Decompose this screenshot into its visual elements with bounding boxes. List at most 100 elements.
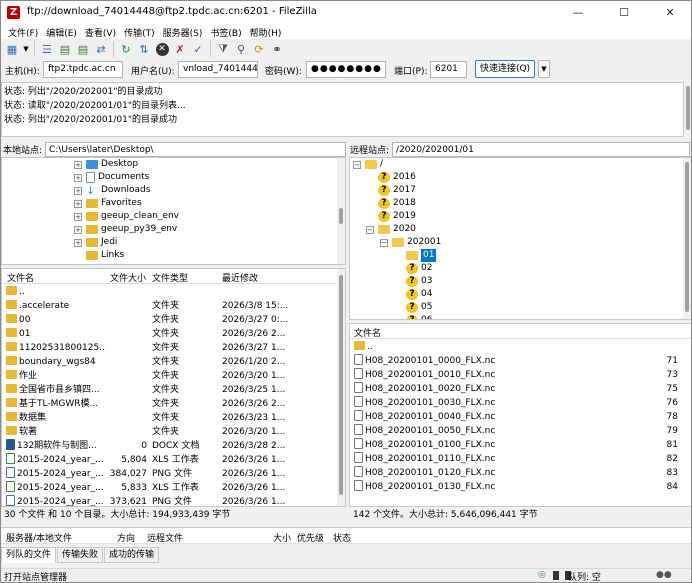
remote-file-row[interactable]: H08_20200101_0110_FLX.nc 82 (350, 452, 691, 466)
tree-item-2019[interactable]: ? 2019 (378, 210, 416, 223)
tree-item-geeup-py39[interactable]: + geeup_py39_env (74, 223, 177, 236)
remote-file-row[interactable]: H08_20200101_0050_FLX.nc 79 (350, 424, 691, 438)
tree-item-day-01[interactable]: 01 (406, 249, 437, 262)
local-file-row[interactable]: .. (2, 285, 337, 299)
dropdown-arrow-icon[interactable]: ▼ (22, 41, 30, 57)
find-icon[interactable]: ⚭ (269, 41, 285, 57)
local-tree-scrollbar[interactable] (337, 158, 345, 264)
remote-file-row[interactable]: H08_20200101_0120_FLX.nc 83 (350, 466, 691, 480)
tree-item-202001[interactable]: −202001 (380, 236, 441, 249)
col-priority[interactable]: 优先级 (297, 531, 324, 544)
host-input[interactable]: ftp2.tpdc.ac.cn (43, 61, 123, 78)
local-file-row[interactable]: 作业 文件夹 2026/3/20 1... (2, 369, 337, 383)
local-list-scrollbar[interactable] (337, 269, 345, 506)
tree-item-day-02[interactable]: ? 02 (406, 262, 432, 275)
site-manager-icon[interactable]: ▦ (4, 41, 20, 57)
tree-item-links[interactable]: Links (74, 249, 124, 262)
col-server-local-file[interactable]: 服务器/本地文件 (6, 531, 72, 544)
local-file-row[interactable]: 基于TL-MGWR模... 文件夹 2026/3/26 2... (2, 397, 337, 411)
local-file-row[interactable]: 软著 文件夹 2026/3/20 1... (2, 425, 337, 439)
toggle-log-icon[interactable]: ☰ (39, 41, 55, 57)
refresh-icon[interactable]: ↻ (118, 41, 134, 57)
user-input[interactable]: vnload_74014448 (178, 61, 258, 78)
local-file-row[interactable]: boundary_wgs84 文件夹 2026/1/20 2... (2, 355, 337, 369)
tree-item-desktop[interactable]: + Desktop (74, 158, 138, 171)
tree-item-day-04[interactable]: ? 04 (406, 288, 432, 301)
port-input[interactable]: 6201 (430, 61, 467, 78)
remote-file-row[interactable]: H08_20200101_0130_FLX.nc 84 (350, 480, 691, 494)
disconnect-icon[interactable]: ✗ (172, 41, 188, 57)
local-file-row[interactable]: 2015-2024_year_... 5,833 XLS 工作表 2026/3/26 … (2, 481, 337, 495)
col-direction[interactable]: 方向 (117, 531, 135, 544)
tree-item-root[interactable]: − / (353, 158, 383, 171)
tree-item-downloads[interactable]: + ↓ Downloads (74, 184, 150, 197)
remote-file-row[interactable]: H08_20200101_0040_FLX.nc 78 (350, 410, 691, 424)
local-file-row[interactable]: 2015-2024_year_... 373,621 PNG 文件 2026/3/26… (2, 495, 337, 506)
local-path-input[interactable]: C:\Users\later\Desktop\ (45, 141, 346, 157)
tree-item-day-06[interactable]: ? 06 (406, 314, 432, 319)
local-file-row[interactable]: 数据集 文件夹 2026/3/23 1... (2, 411, 337, 425)
toggle-queue-icon[interactable]: ⇄ (93, 41, 109, 57)
menu-view[interactable]: 查看(V) (81, 26, 120, 39)
col-remote-filename[interactable]: 文件名 (354, 326, 381, 339)
close-button[interactable]: ✕ (647, 1, 691, 25)
menu-help[interactable]: 帮助(H) (246, 26, 286, 39)
col-filetype[interactable]: 文件类型 (152, 271, 188, 284)
menu-file[interactable]: 文件(F) (4, 26, 42, 39)
menu-edit[interactable]: 编辑(E) (42, 26, 81, 39)
sync-browse-icon[interactable]: ⟳ (251, 41, 267, 57)
remote-file-row[interactable]: H08_20200101_0030_FLX.nc 76 (350, 396, 691, 410)
remote-path-input[interactable]: /2020/202001/01 (392, 141, 690, 157)
local-file-row[interactable]: 11202531800125... 文件夹 2026/3/27 1... (2, 341, 337, 355)
maximize-button[interactable]: ☐ (601, 1, 647, 25)
tree-item-2018[interactable]: ? 2018 (378, 197, 416, 210)
minimize-button[interactable]: — (555, 1, 601, 25)
remote-file-row[interactable]: H08_20200101_0000_FLX.nc 71 (350, 354, 691, 368)
local-file-row[interactable]: 2015-2024_year_... 5,804 XLS 工作表 2026/3/26 … (2, 453, 337, 467)
col-remote-file[interactable]: 远程文件 (147, 531, 183, 544)
tree-item-2020[interactable]: −2020 (366, 223, 416, 236)
col-modified[interactable]: 最近修改 (222, 271, 258, 284)
toggle-local-tree-icon[interactable]: ▤ (57, 41, 73, 57)
remote-tree-scrollbar[interactable] (683, 158, 691, 319)
tab-successful-transfers[interactable]: 成功的传输 (104, 547, 160, 563)
tree-item-day-05[interactable]: ? 05 (406, 301, 432, 314)
menu-bookmarks[interactable]: 书签(B) (206, 26, 245, 39)
col-status[interactable]: 状态 (333, 531, 351, 544)
filter-icon[interactable]: ⧩ (215, 41, 231, 57)
tree-item-day-03[interactable]: ? 03 (406, 275, 432, 288)
toggle-remote-tree-icon[interactable]: ▤ (75, 41, 91, 57)
remote-file-row[interactable]: H08_20200101_0100_FLX.nc 81 (350, 438, 691, 452)
tab-failed-transfers[interactable]: 传输失败 (57, 547, 104, 563)
col-filesize[interactable]: 文件大小 (110, 271, 146, 284)
local-file-row[interactable]: .accelerate 文件夹 2026/3/8 15:... (2, 299, 337, 313)
process-queue-icon[interactable]: ⇅ (136, 41, 152, 57)
password-input[interactable]: ●●●●●●●● (306, 61, 386, 78)
tree-item-geeup-clean[interactable]: + geeup_clean_env (74, 210, 179, 223)
local-file-row[interactable]: 132期软件与制图... 0 DOCX 文档 2026/3/28 2... (2, 439, 337, 453)
tree-item-favorites[interactable]: + Favorites (74, 197, 142, 210)
tree-item-jedi[interactable]: + Jedi (74, 236, 117, 249)
tree-item-2017[interactable]: ? 2017 (378, 184, 416, 197)
col-size[interactable]: 大小 (273, 531, 291, 544)
transfer-queue-header: 服务器/本地文件 方向 远程文件 大小 优先级 状态 (1, 527, 691, 544)
tree-item-2016[interactable]: ? 2016 (378, 171, 416, 184)
remote-file-row[interactable]: .. (350, 340, 691, 354)
local-file-row[interactable]: 00 文件夹 2026/3/27 0:... (2, 313, 337, 327)
remote-file-row[interactable]: H08_20200101_0020_FLX.nc 75 (350, 382, 691, 396)
col-filename[interactable]: 文件名 (7, 271, 34, 284)
local-file-row[interactable]: 全国省市县乡镇四... 文件夹 2026/3/25 1... (2, 383, 337, 397)
reconnect-icon[interactable]: ✓ (190, 41, 206, 57)
quickconnect-dropdown-icon[interactable]: ▼ (538, 60, 550, 78)
compare-icon[interactable]: ⚲ (233, 41, 249, 57)
log-scrollbar[interactable] (684, 82, 691, 137)
local-file-row[interactable]: 01 文件夹 2026/3/26 2... (2, 327, 337, 341)
quickconnect-button[interactable]: 快速连接(Q) (475, 60, 535, 78)
tab-queued-files[interactable]: 列队的文件 (1, 547, 57, 563)
menu-server[interactable]: 服务器(S) (159, 26, 207, 39)
remote-file-row[interactable]: H08_20200101_0010_FLX.nc 73 (350, 368, 691, 382)
tree-item-documents[interactable]: + Documents (74, 171, 149, 184)
menu-transfer[interactable]: 传输(T) (120, 26, 159, 39)
cancel-icon[interactable]: ✕ (154, 41, 170, 57)
local-file-row[interactable]: 2015-2024_year_... 384,027 PNG 文件 2026/3/26… (2, 467, 337, 481)
